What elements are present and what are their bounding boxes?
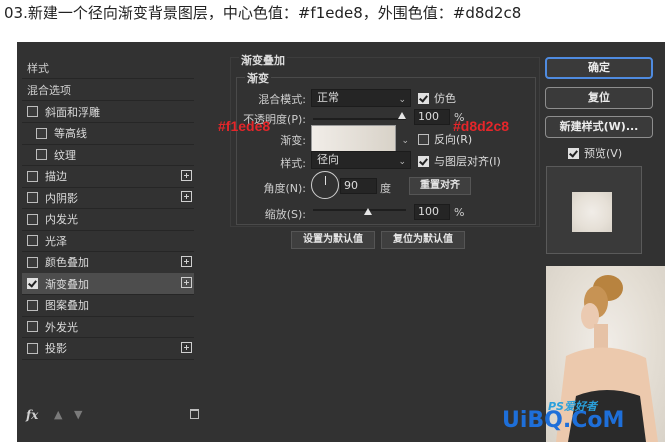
style-item-label: 斜面和浮雕 xyxy=(45,105,100,119)
style-preview xyxy=(546,166,642,254)
scale-input[interactable]: 100 xyxy=(414,204,450,220)
checkbox-icon[interactable] xyxy=(27,235,38,246)
ps-watermark-text: PS爱好者 xyxy=(548,400,597,413)
group-title: 渐变 xyxy=(245,70,271,86)
checkbox-icon[interactable] xyxy=(27,170,38,182)
reset-default-button[interactable]: 复位为默认值 xyxy=(381,231,465,249)
style-label: 样式: xyxy=(280,157,306,170)
section-title: 渐变叠加 xyxy=(239,52,287,68)
checkbox-icon[interactable] xyxy=(27,299,38,311)
style-item-label: 光泽 xyxy=(45,234,67,248)
checkbox-icon[interactable] xyxy=(27,192,38,203)
move-up-icon[interactable]: ▲ xyxy=(54,408,62,421)
reset-button[interactable]: 复位 xyxy=(545,87,653,109)
style-item-label: 投影 xyxy=(45,342,67,355)
ok-button[interactable]: 确定 xyxy=(545,57,653,79)
style-item-label: 描边 xyxy=(45,170,67,183)
reverse-label: 反向(R) xyxy=(434,133,473,146)
checkbox-icon xyxy=(418,133,429,145)
add-instance-icon[interactable] xyxy=(181,341,192,353)
angle-dial[interactable] xyxy=(311,171,339,199)
style-item[interactable]: 颜色叠加 xyxy=(22,252,194,273)
add-instance-icon[interactable] xyxy=(181,255,192,267)
opacity-slider[interactable] xyxy=(313,118,406,120)
styles-toolbar: fx ▲ ▼ xyxy=(22,406,202,424)
opacity-input[interactable]: 100 xyxy=(414,109,450,125)
style-item[interactable]: 斜面和浮雕 xyxy=(22,101,194,122)
blend-mode-label: 混合模式: xyxy=(258,93,306,106)
style-item[interactable]: 图案叠加 xyxy=(22,295,194,316)
style-item[interactable]: 光泽 xyxy=(22,230,194,251)
style-item-label: 纹理 xyxy=(54,148,76,162)
gradient-dropdown[interactable]: ⌄ xyxy=(398,125,411,146)
style-item-label: 图案叠加 xyxy=(45,299,89,312)
style-item-label: 内阴影 xyxy=(45,191,78,205)
style-item-label: 内发光 xyxy=(45,213,78,226)
checkbox-icon[interactable] xyxy=(27,342,38,354)
gradient-label: 渐变: xyxy=(280,134,306,147)
checkbox-icon[interactable] xyxy=(27,256,38,268)
checkbox-icon[interactable] xyxy=(27,106,38,117)
checkbox-icon xyxy=(418,92,429,104)
blend-options-item[interactable]: 混合选项 xyxy=(22,79,194,100)
opacity-slider-thumb[interactable] xyxy=(398,112,406,119)
new-style-button[interactable]: 新建样式(W)... xyxy=(545,116,653,138)
angle-label: 角度(N): xyxy=(263,182,306,195)
preview-checkbox[interactable]: 预览(V) xyxy=(568,145,622,161)
scale-unit: % xyxy=(454,206,465,219)
preview-label: 预览(V) xyxy=(584,147,623,160)
style-item[interactable]: 外发光 xyxy=(22,316,194,337)
trash-icon[interactable] xyxy=(190,409,199,419)
angle-unit: 度 xyxy=(380,182,391,195)
style-item[interactable]: 内发光 xyxy=(22,209,194,230)
divider xyxy=(22,358,194,360)
style-item[interactable]: 描边 xyxy=(22,166,194,187)
add-instance-icon[interactable] xyxy=(181,277,192,288)
reset-alignment-button[interactable]: 重置对齐 xyxy=(409,177,471,195)
checkbox-icon[interactable] xyxy=(36,149,47,160)
checkbox-icon xyxy=(568,147,579,159)
style-value: 径向 xyxy=(317,153,339,166)
blend-mode-select[interactable]: 正常 ⌄ xyxy=(311,89,411,107)
add-instance-icon[interactable] xyxy=(181,169,192,181)
chevron-down-icon: ⌄ xyxy=(398,157,406,167)
scale-slider[interactable] xyxy=(313,209,406,211)
add-instance-icon[interactable] xyxy=(181,191,192,202)
blend-mode-value: 正常 xyxy=(317,91,339,104)
scale-slider-thumb[interactable] xyxy=(364,208,372,215)
style-item[interactable]: 渐变叠加 xyxy=(22,273,194,294)
angle-input[interactable]: 90 xyxy=(340,178,377,194)
style-item[interactable]: 投影 xyxy=(22,338,194,359)
set-default-button[interactable]: 设置为默认值 xyxy=(291,231,375,249)
styles-header[interactable]: 样式 xyxy=(22,57,194,78)
style-item[interactable]: 内阴影 xyxy=(22,187,194,208)
checkbox-icon[interactable] xyxy=(27,278,38,289)
reverse-checkbox[interactable]: 反向(R) xyxy=(418,131,472,147)
move-down-icon[interactable]: ▼ xyxy=(74,408,82,421)
style-item[interactable]: 等高线 xyxy=(22,123,194,144)
style-item-label: 等高线 xyxy=(54,127,87,140)
dither-label: 仿色 xyxy=(434,92,456,105)
checkbox-icon xyxy=(418,155,429,167)
style-item-label: 渐变叠加 xyxy=(45,277,89,291)
align-label: 与图层对齐(I) xyxy=(434,155,501,168)
style-item-label: 外发光 xyxy=(45,320,78,334)
scale-label: 缩放(S): xyxy=(264,208,306,221)
tutorial-caption: 03.新建一个径向渐变背景图层，中心色值：#f1ede8，外围色值：#d8d2c… xyxy=(4,4,522,22)
chevron-down-icon: ⌄ xyxy=(398,95,406,105)
checkbox-icon[interactable] xyxy=(27,321,38,332)
preview-swatch xyxy=(572,192,612,232)
checkbox-icon[interactable] xyxy=(36,127,47,139)
chevron-down-icon: ⌄ xyxy=(401,136,409,146)
style-item-label: 颜色叠加 xyxy=(45,256,89,269)
style-select[interactable]: 径向 ⌄ xyxy=(311,151,411,169)
dither-checkbox[interactable]: 仿色 xyxy=(418,90,456,106)
style-item[interactable]: 纹理 xyxy=(22,144,194,165)
align-with-layer-checkbox[interactable]: 与图层对齐(I) xyxy=(418,153,501,169)
checkbox-icon[interactable] xyxy=(27,213,38,225)
fx-icon[interactable]: fx xyxy=(26,408,38,422)
